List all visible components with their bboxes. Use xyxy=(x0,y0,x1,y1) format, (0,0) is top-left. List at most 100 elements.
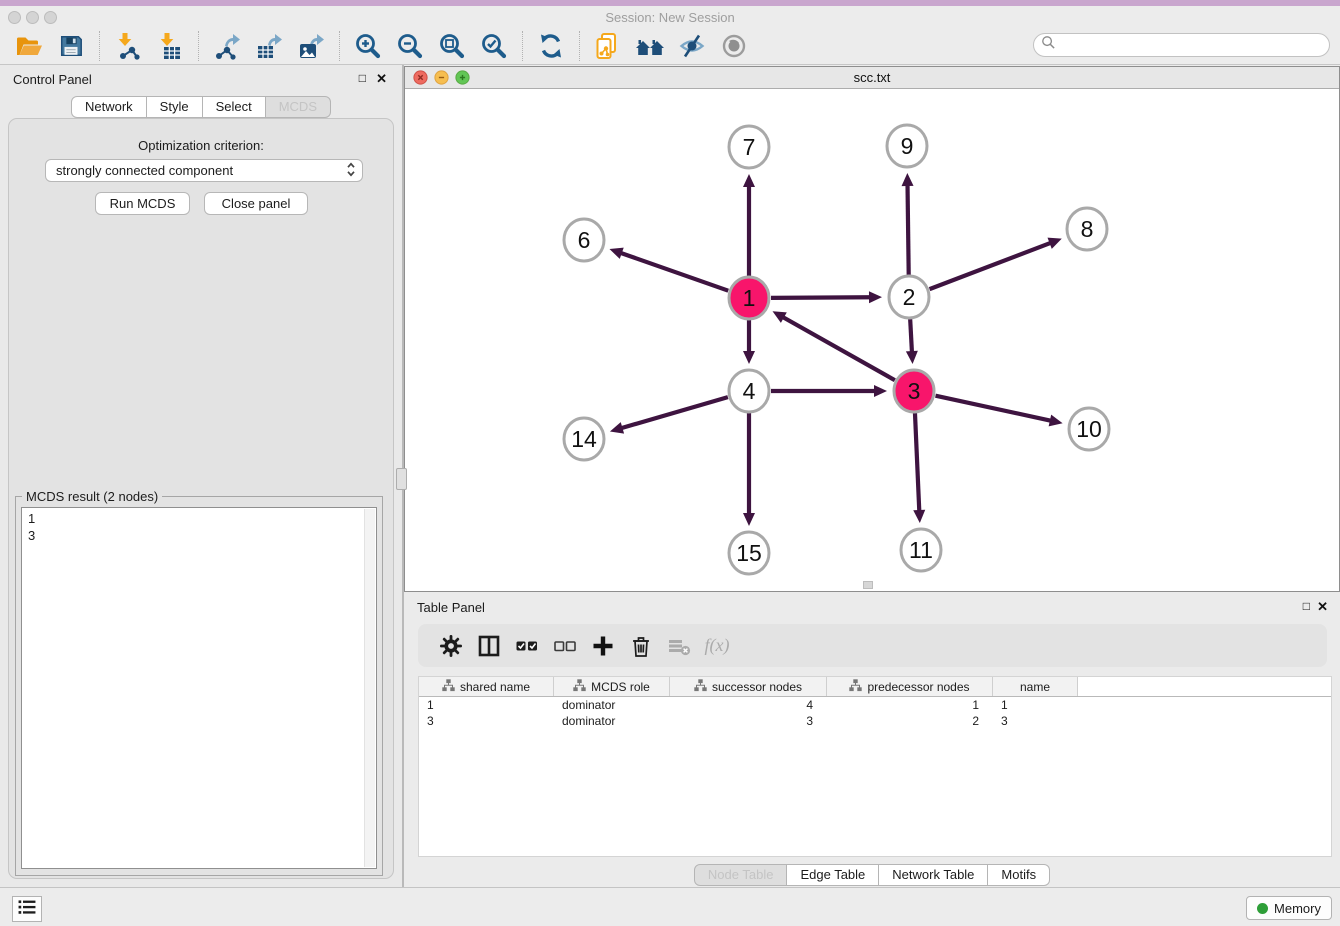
optimization-criterion-select[interactable]: strongly connected component xyxy=(45,159,363,182)
graph-node-7[interactable]: 7 xyxy=(729,126,769,168)
close-panel-button[interactable]: Close panel xyxy=(204,192,308,215)
add-row-icon[interactable] xyxy=(590,633,616,659)
export-image-icon[interactable] xyxy=(296,31,326,61)
run-mcds-button[interactable]: Run MCDS xyxy=(95,192,190,215)
graph-node-14[interactable]: 14 xyxy=(564,418,604,460)
column-header-label: predecessor nodes xyxy=(867,680,969,694)
graph-node-6[interactable]: 6 xyxy=(564,219,604,261)
graph-node-1[interactable]: 1 xyxy=(729,277,769,319)
refresh-icon[interactable] xyxy=(536,31,566,61)
column-header-name[interactable]: name xyxy=(993,677,1078,696)
table-cell[interactable]: 3 xyxy=(419,713,554,729)
graph-node-11[interactable]: 11 xyxy=(901,529,941,571)
table-panel-close-icon[interactable]: ✕ xyxy=(1317,599,1328,615)
function-builder-icon: f(x) xyxy=(704,633,730,659)
control-panel-close-icon[interactable]: ✕ xyxy=(376,71,387,87)
control-panel-float-icon[interactable]: □ xyxy=(359,71,366,85)
tab-network[interactable]: Network xyxy=(71,96,147,118)
node-table[interactable]: shared name MCDS rolesuccessor nodes prede… xyxy=(418,676,1332,857)
delete-row-icon[interactable] xyxy=(628,633,654,659)
show-display-icon[interactable] xyxy=(719,31,749,61)
task-history-button[interactable] xyxy=(12,896,42,922)
export-table-icon[interactable] xyxy=(254,31,284,61)
table-row[interactable]: 1dominator411 xyxy=(419,697,1331,713)
tab-network-table[interactable]: Network Table xyxy=(879,864,988,886)
optimization-criterion-value: strongly connected component xyxy=(56,163,233,178)
graph-node-4[interactable]: 4 xyxy=(729,370,769,412)
columns-icon[interactable] xyxy=(476,633,502,659)
column-tree-icon xyxy=(694,679,707,695)
table-cell[interactable]: 3 xyxy=(670,713,827,729)
zoom-selected-icon[interactable] xyxy=(479,31,509,61)
import-table-icon[interactable] xyxy=(155,31,185,61)
graph-edge-3-11[interactable] xyxy=(915,413,919,512)
column-header-successor-nodes[interactable]: successor nodes xyxy=(670,677,827,696)
graph-node-label: 10 xyxy=(1076,416,1102,442)
tab-node-table[interactable]: Node Table xyxy=(694,864,788,886)
graph-node-8[interactable]: 8 xyxy=(1067,208,1107,250)
column-header-shared-name[interactable]: shared name xyxy=(419,677,554,696)
graph-edge-2-9[interactable] xyxy=(908,184,909,275)
tab-edge-table[interactable]: Edge Table xyxy=(787,864,879,886)
graph-node-10[interactable]: 10 xyxy=(1069,408,1109,450)
graph-edge-3-10[interactable] xyxy=(935,396,1051,421)
save-icon[interactable] xyxy=(56,31,86,61)
hide-display-icon[interactable] xyxy=(677,31,707,61)
table-cell[interactable]: 3 xyxy=(993,713,1078,729)
table-cell[interactable]: dominator xyxy=(554,697,670,713)
network-canvas[interactable]: 7 9 6 8 1 2 4 3 14 10 15 11 xyxy=(405,89,1339,591)
zoom-out-icon[interactable] xyxy=(395,31,425,61)
column-header-MCDS-role[interactable]: MCDS role xyxy=(554,677,670,696)
mcds-result-box[interactable]: 1 3 xyxy=(21,507,377,869)
clone-network-icon[interactable] xyxy=(593,31,623,61)
table-tabbar: Node TableEdge TableNetwork TableMotifs xyxy=(404,864,1340,886)
table-cell[interactable]: 4 xyxy=(670,697,827,713)
deselect-all-icon[interactable] xyxy=(552,633,578,659)
table-panel-float-icon[interactable]: □ xyxy=(1303,599,1310,613)
graph-edge-1-6[interactable] xyxy=(620,253,728,291)
search-input[interactable] xyxy=(1056,35,1329,55)
gear-icon[interactable] xyxy=(438,633,464,659)
toolbar-separator xyxy=(522,31,523,61)
graph-node-label: 1 xyxy=(743,285,756,311)
tab-style[interactable]: Style xyxy=(147,96,203,118)
graph-node-3[interactable]: 3 xyxy=(894,370,934,412)
table-cell[interactable]: dominator xyxy=(554,713,670,729)
graph-edge-1-2[interactable] xyxy=(771,297,871,298)
graph-edge-2-8[interactable] xyxy=(930,243,1052,290)
graph-node-label: 14 xyxy=(571,426,597,452)
graph-node-15[interactable]: 15 xyxy=(729,532,769,574)
select-all-icon[interactable] xyxy=(514,633,540,659)
export-network-icon[interactable] xyxy=(212,31,242,61)
table-row[interactable]: 3dominator323 xyxy=(419,713,1331,729)
network-graph[interactable]: 7 9 6 8 1 2 4 3 14 10 15 11 xyxy=(405,89,1339,592)
home-icon[interactable] xyxy=(635,31,665,61)
zoom-fit-icon[interactable] xyxy=(437,31,467,61)
import-network-icon[interactable] xyxy=(113,31,143,61)
search-field[interactable] xyxy=(1033,33,1330,57)
column-header-predecessor-nodes[interactable]: predecessor nodes xyxy=(827,677,993,696)
mcds-result-title: MCDS result (2 nodes) xyxy=(22,489,162,504)
tab-motifs[interactable]: Motifs xyxy=(988,864,1050,886)
zoom-in-icon[interactable] xyxy=(353,31,383,61)
mcds-result-scrollbar[interactable] xyxy=(364,509,375,867)
graph-node-2[interactable]: 2 xyxy=(889,276,929,318)
panel-splitter-handle[interactable] xyxy=(396,468,407,490)
toolbar-separator xyxy=(579,31,580,61)
tab-select[interactable]: Select xyxy=(203,96,266,118)
table-cell[interactable]: 1 xyxy=(993,697,1078,713)
graph-node-label: 7 xyxy=(743,134,756,160)
graph-node-9[interactable]: 9 xyxy=(887,125,927,167)
network-window-resize-handle[interactable] xyxy=(863,581,873,589)
graph-edge-arrowhead-4-3 xyxy=(874,385,887,397)
graph-edge-2-3[interactable] xyxy=(910,319,912,353)
memory-button[interactable]: Memory xyxy=(1246,896,1332,920)
table-cell[interactable]: 1 xyxy=(419,697,554,713)
table-cell[interactable]: 1 xyxy=(827,697,993,713)
graph-edge-3-1[interactable] xyxy=(782,317,895,381)
table-cell[interactable]: 2 xyxy=(827,713,993,729)
graph-edge-4-14[interactable] xyxy=(620,397,727,428)
column-header-label: shared name xyxy=(460,680,530,694)
tab-mcds[interactable]: MCDS xyxy=(266,96,331,118)
open-folder-icon[interactable] xyxy=(14,31,44,61)
